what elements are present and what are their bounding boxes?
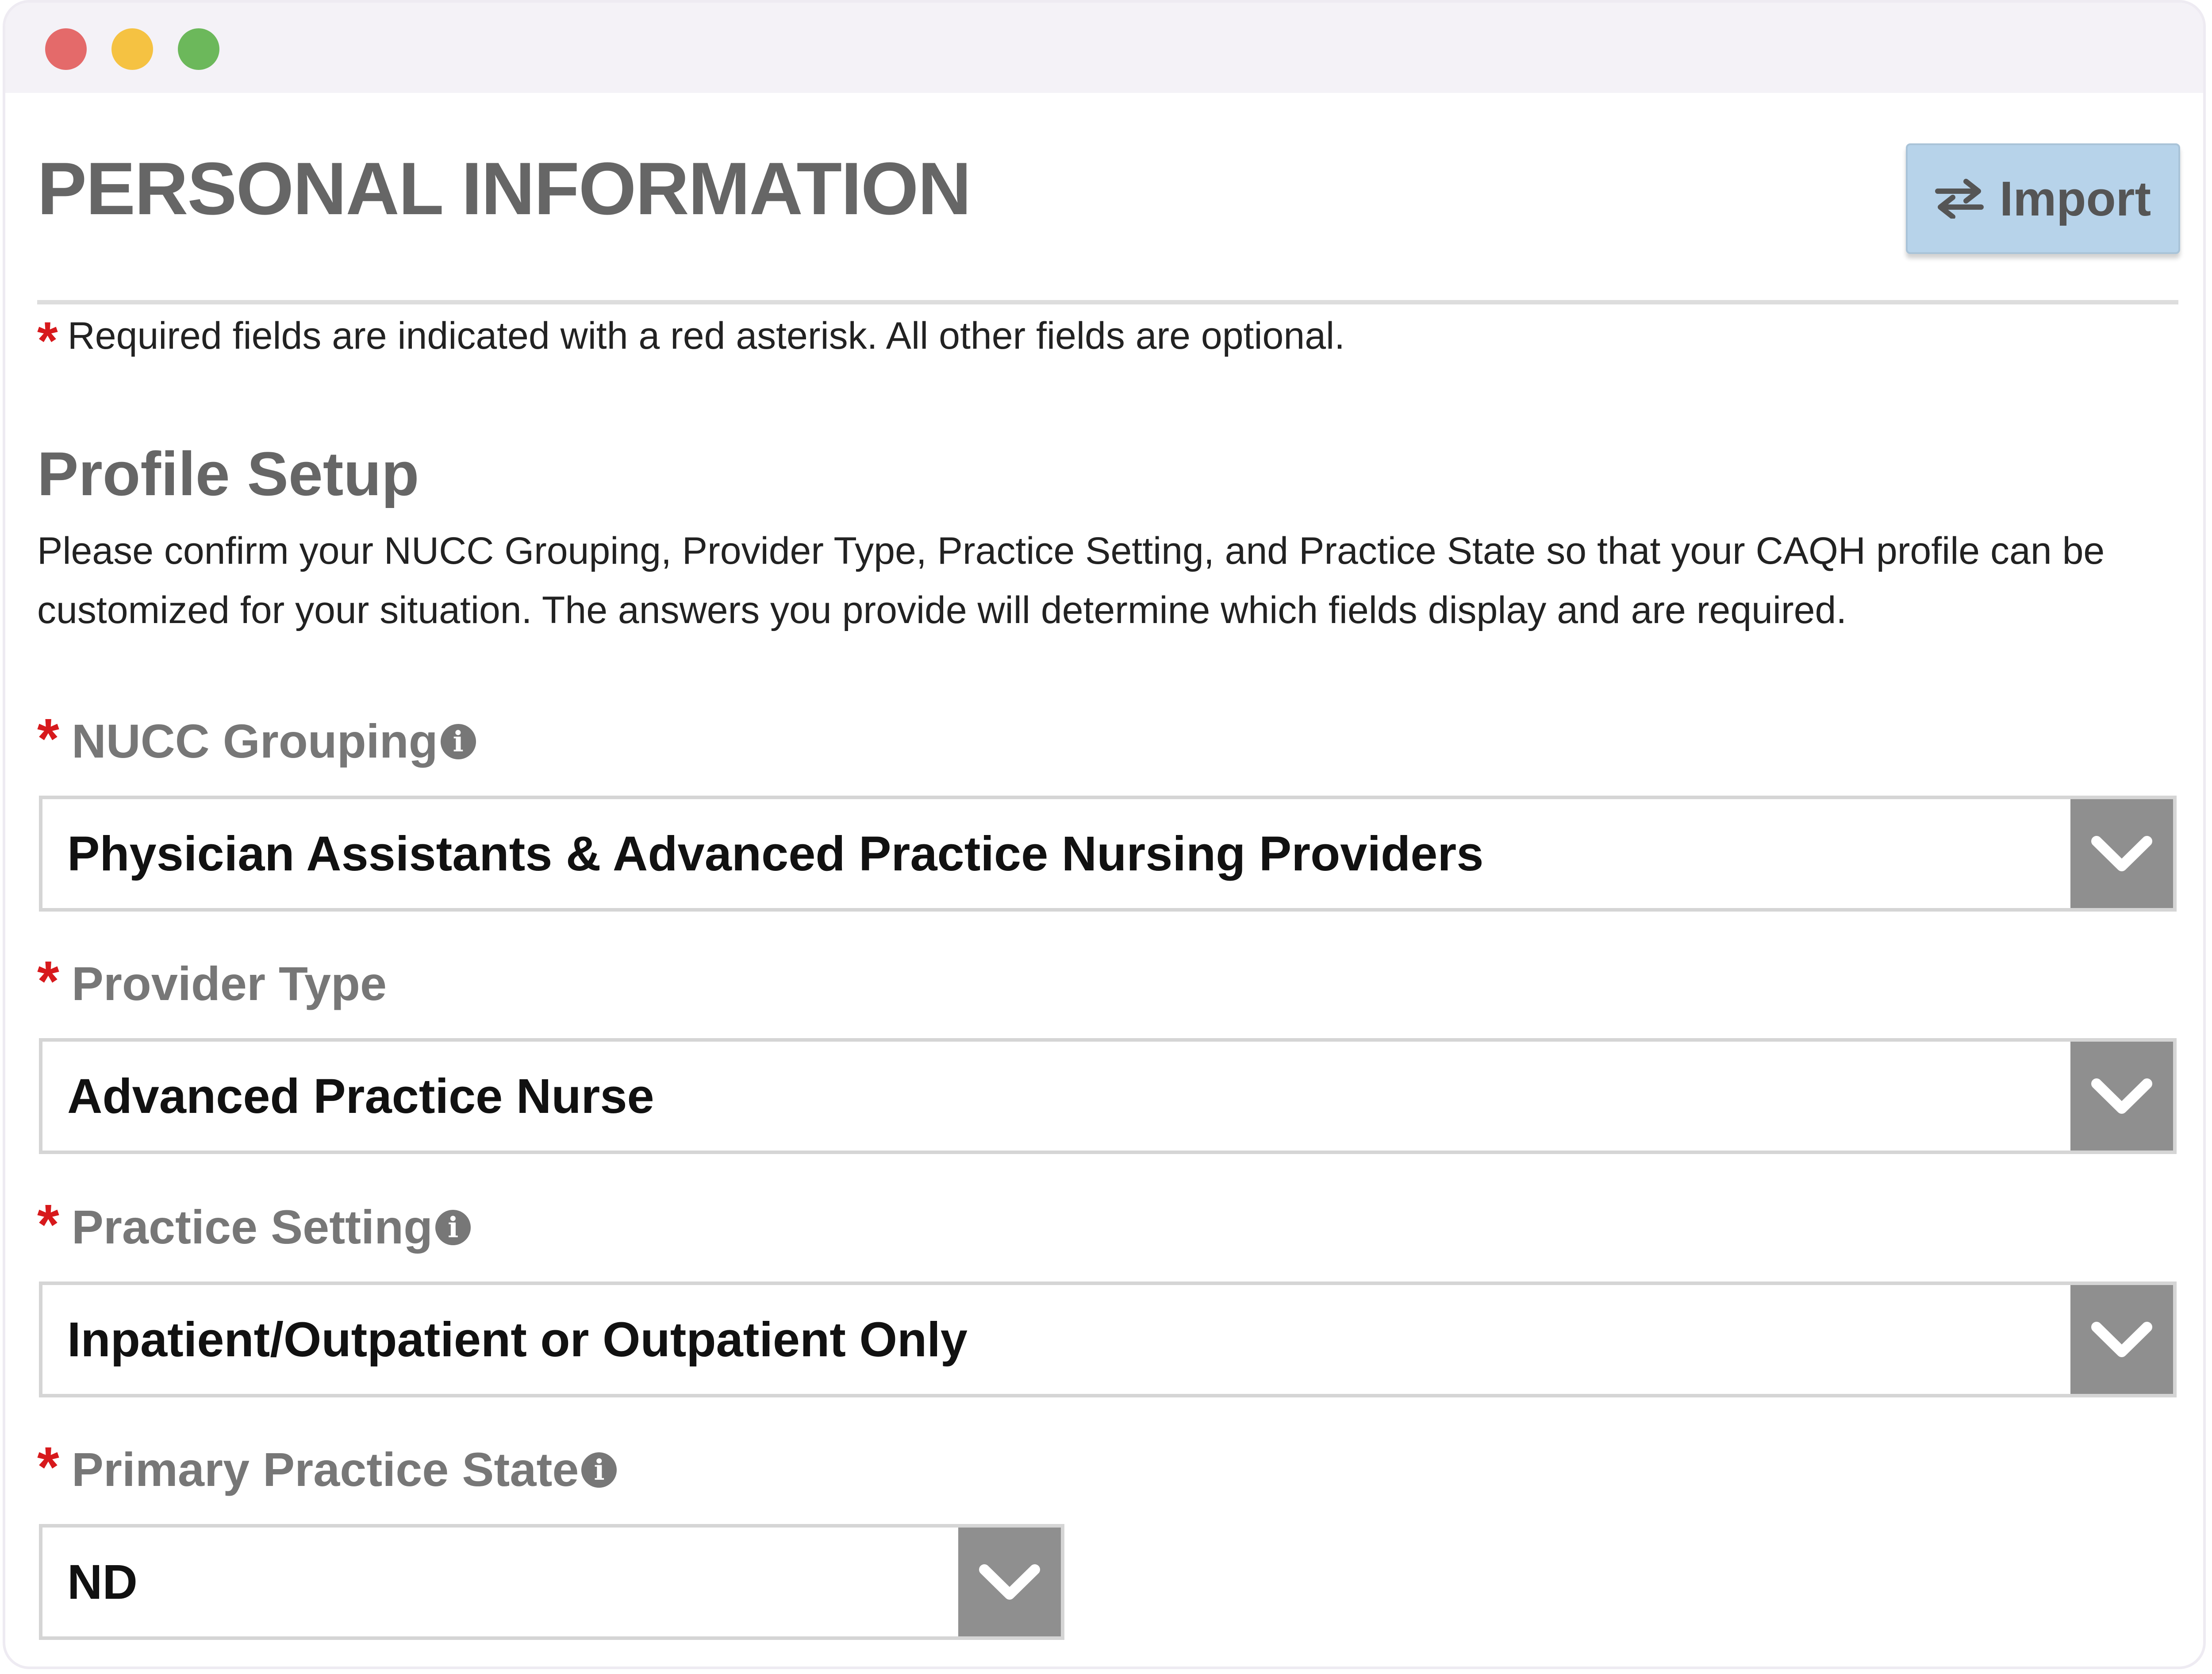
header-divider bbox=[37, 300, 2178, 304]
field-label-text: NUCC Grouping bbox=[71, 714, 438, 768]
swap-arrows-icon bbox=[1935, 179, 1984, 219]
select-value: Inpatient/Outpatient or Outpatient Only bbox=[67, 1312, 968, 1367]
page-title: PERSONAL INFORMATION bbox=[37, 147, 972, 230]
primary-practice-state-label: * Primary Practice State i bbox=[37, 1435, 617, 1499]
required-asterisk: * bbox=[37, 1435, 59, 1499]
practice-setting-select[interactable]: Inpatient/Outpatient or Outpatient Only bbox=[39, 1281, 2177, 1397]
required-asterisk: * bbox=[37, 311, 58, 370]
required-fields-note: * Required fields are indicated with a re… bbox=[37, 314, 1345, 367]
section-description: Please confirm your NUCC Grouping, Provi… bbox=[37, 530, 2105, 631]
select-value: Advanced Practice Nurse bbox=[67, 1069, 654, 1124]
field-label-text: Provider Type bbox=[71, 957, 387, 1010]
info-icon[interactable]: i bbox=[581, 1452, 617, 1488]
info-icon[interactable]: i bbox=[440, 724, 476, 759]
nucc-grouping-select[interactable]: Physician Assistants & Advanced Practice… bbox=[39, 796, 2177, 912]
field-label-text: Primary Practice State bbox=[71, 1443, 579, 1496]
minimize-window-button[interactable] bbox=[111, 28, 153, 70]
provider-type-select[interactable]: Advanced Practice Nurse bbox=[39, 1038, 2177, 1154]
app-window: PERSONAL INFORMATION Import * Required fi… bbox=[3, 0, 2206, 1669]
page-content: PERSONAL INFORMATION Import * Required fi… bbox=[5, 93, 2203, 1666]
dropdown-toggle[interactable] bbox=[958, 1528, 1061, 1636]
required-asterisk: * bbox=[37, 950, 59, 1013]
primary-practice-state-select[interactable]: ND bbox=[39, 1524, 1064, 1640]
close-window-button[interactable] bbox=[45, 28, 87, 70]
import-button[interactable]: Import bbox=[1906, 143, 2180, 254]
chevron-down-icon bbox=[2091, 1322, 2152, 1357]
provider-type-label: * Provider Type bbox=[37, 950, 387, 1013]
practice-setting-label: * Practice Setting i bbox=[37, 1193, 471, 1256]
chevron-down-icon bbox=[979, 1564, 1040, 1600]
zoom-window-button[interactable] bbox=[178, 28, 219, 70]
select-value: Physician Assistants & Advanced Practice… bbox=[67, 826, 1484, 881]
chevron-down-icon bbox=[2091, 1078, 2152, 1114]
required-note-text: Required fields are indicated with a red… bbox=[67, 315, 1345, 357]
dropdown-toggle[interactable] bbox=[2070, 1285, 2173, 1394]
dropdown-toggle[interactable] bbox=[2070, 1042, 2173, 1151]
info-icon[interactable]: i bbox=[435, 1210, 471, 1245]
chevron-down-icon bbox=[2091, 836, 2152, 871]
import-button-label: Import bbox=[1999, 171, 2151, 226]
nucc-grouping-label: * NUCC Grouping i bbox=[37, 707, 476, 770]
required-asterisk: * bbox=[37, 707, 59, 770]
required-asterisk: * bbox=[37, 1193, 59, 1256]
title-bar bbox=[5, 3, 2203, 93]
field-label-text: Practice Setting bbox=[71, 1200, 433, 1254]
select-value: ND bbox=[67, 1555, 138, 1609]
dropdown-toggle[interactable] bbox=[2070, 799, 2173, 908]
section-title: Profile Setup bbox=[37, 439, 419, 508]
